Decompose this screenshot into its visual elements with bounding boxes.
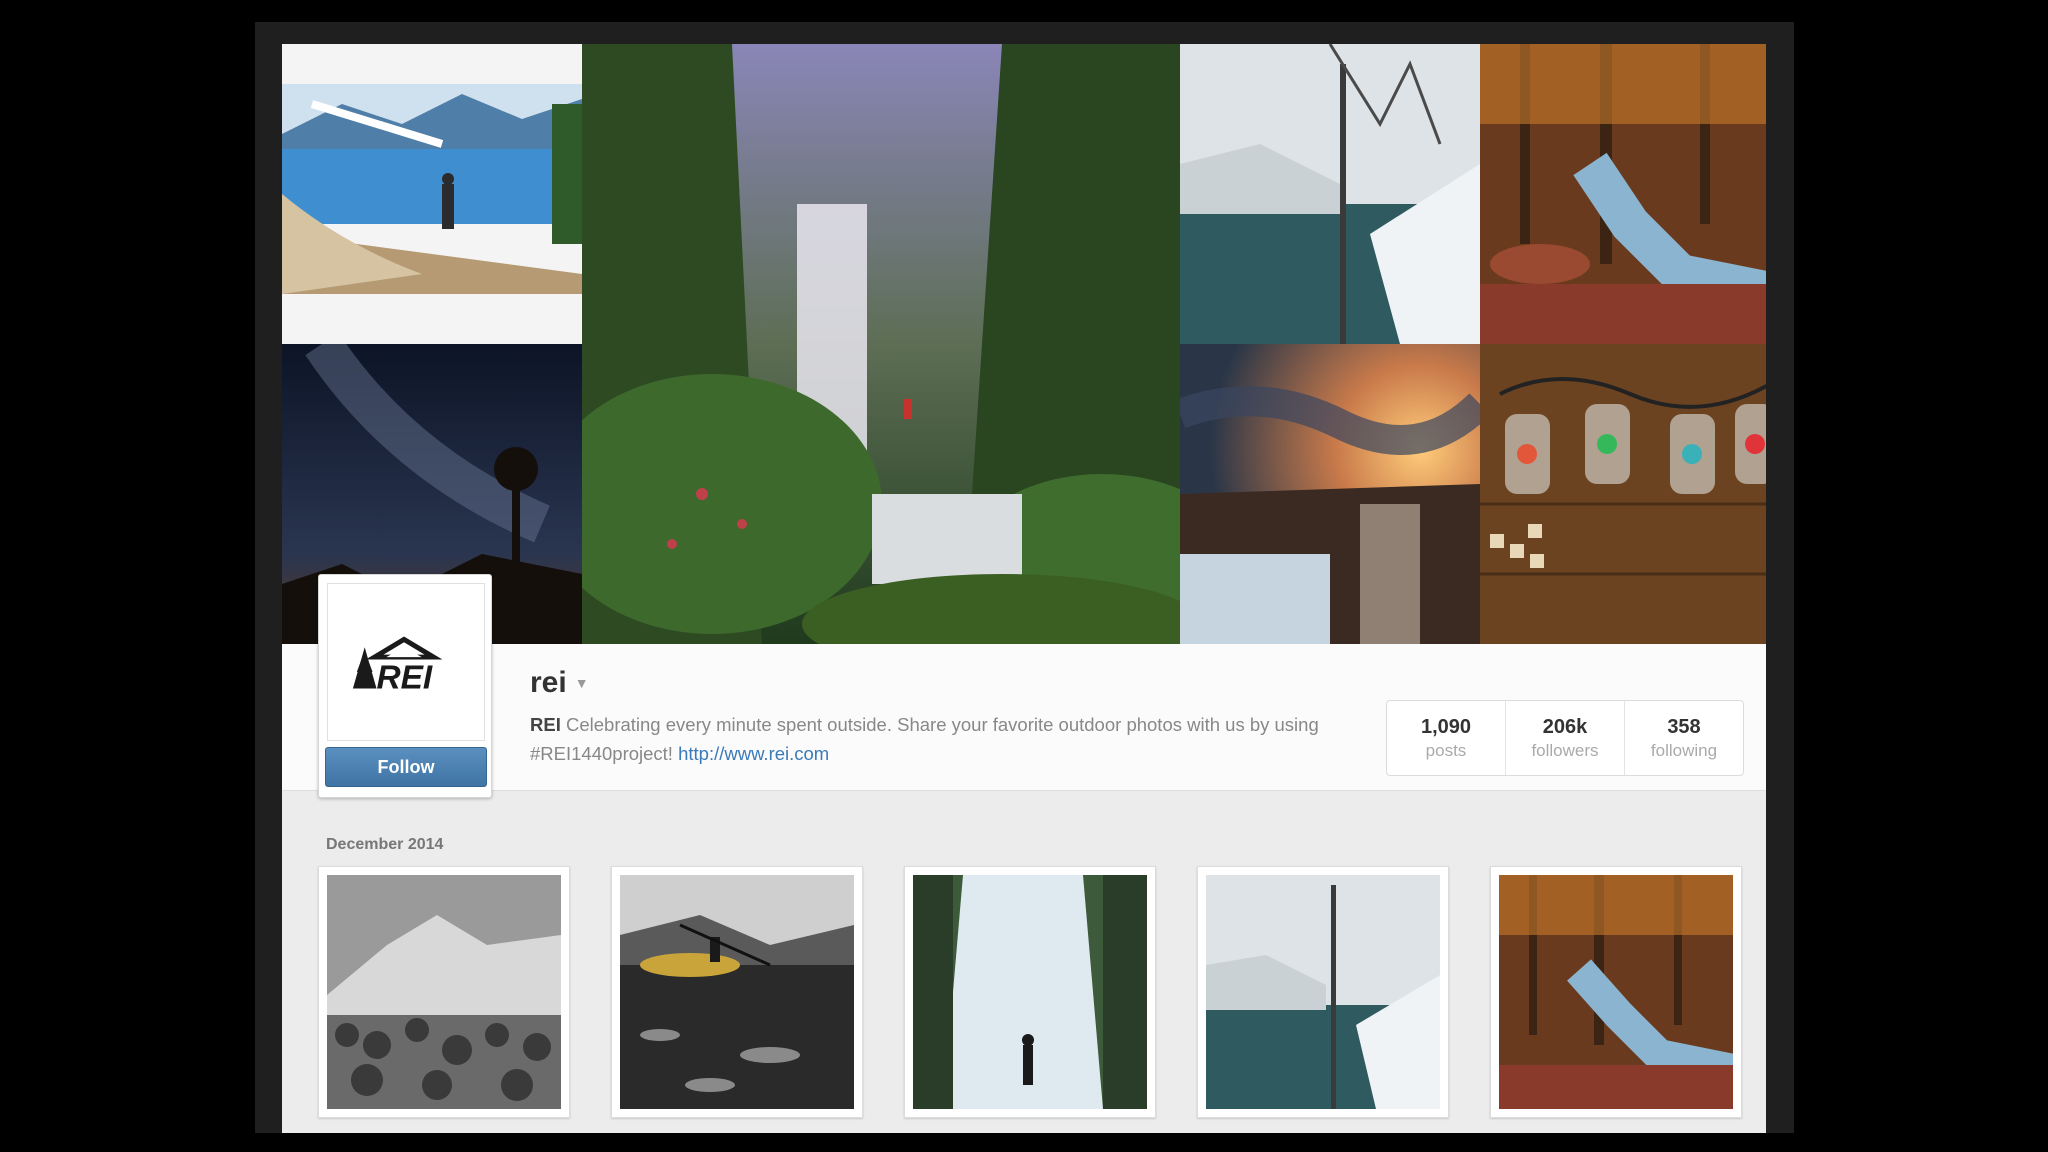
follow-button[interactable]: Follow [325,747,487,787]
bio-name: REI [530,714,561,735]
profile-username: rei [530,666,567,699]
photo-snowy-mountain [327,875,561,1109]
cover-photo-hiker-lake[interactable] [282,44,582,344]
cover-photo-autumn-stream[interactable] [1480,44,1766,344]
profile-bio: REI Celebrating every minute spent outsi… [530,710,1370,768]
stat-label: followers [1531,740,1599,760]
stat-followers[interactable]: 206k followers [1506,701,1625,775]
bio-link[interactable]: http://www.rei.com [678,743,829,764]
stat-posts[interactable]: 1,090 posts [1387,701,1506,775]
bio-text: Celebrating every minute spent outside. … [530,714,1319,764]
photo-thumbnail[interactable] [318,866,570,1118]
photo-thumbnail[interactable] [1197,866,1449,1118]
profile-page: REI Follow rei ▼ REI Celebrating every m… [282,44,1766,1133]
stat-value: 358 [1667,715,1701,738]
avatar[interactable]: REI [327,583,485,741]
cover-photo-sunset-waterfall[interactable] [1180,344,1480,644]
profile-stats: 1,090 posts 206k followers 358 following [1386,700,1744,776]
svg-text:REI: REI [377,660,433,697]
stat-value: 1,090 [1420,715,1472,738]
rei-logo-icon: REI [352,636,443,697]
screen-frame: REI Follow rei ▼ REI Celebrating every m… [255,22,1794,1133]
stat-label: posts [1425,740,1467,760]
photo-thumbnail[interactable] [611,866,863,1118]
photo-snowy-river [1206,875,1440,1109]
cover-photo-waterfall[interactable] [582,44,1180,644]
avatar-card: REI Follow [318,574,492,798]
photo-kayaker [620,875,854,1109]
cover-mosaic [282,44,1766,644]
stat-following[interactable]: 358 following [1625,701,1743,775]
section-date-label: December 2014 [326,836,444,853]
cover-photo-snowy-river[interactable] [1180,44,1480,344]
stat-value: 206k [1542,715,1588,738]
stat-label: following [1650,740,1718,760]
profile-username-row[interactable]: rei ▼ [530,666,589,700]
cover-photo-lantern-lights[interactable] [1480,344,1766,644]
photo-grid [318,866,1742,1118]
chevron-down-icon[interactable]: ▼ [575,675,589,691]
photo-frozen-waterfall [913,875,1147,1109]
photo-thumbnail[interactable] [1490,866,1742,1118]
photo-thumbnail[interactable] [904,866,1156,1118]
photo-autumn-stream [1499,875,1733,1109]
